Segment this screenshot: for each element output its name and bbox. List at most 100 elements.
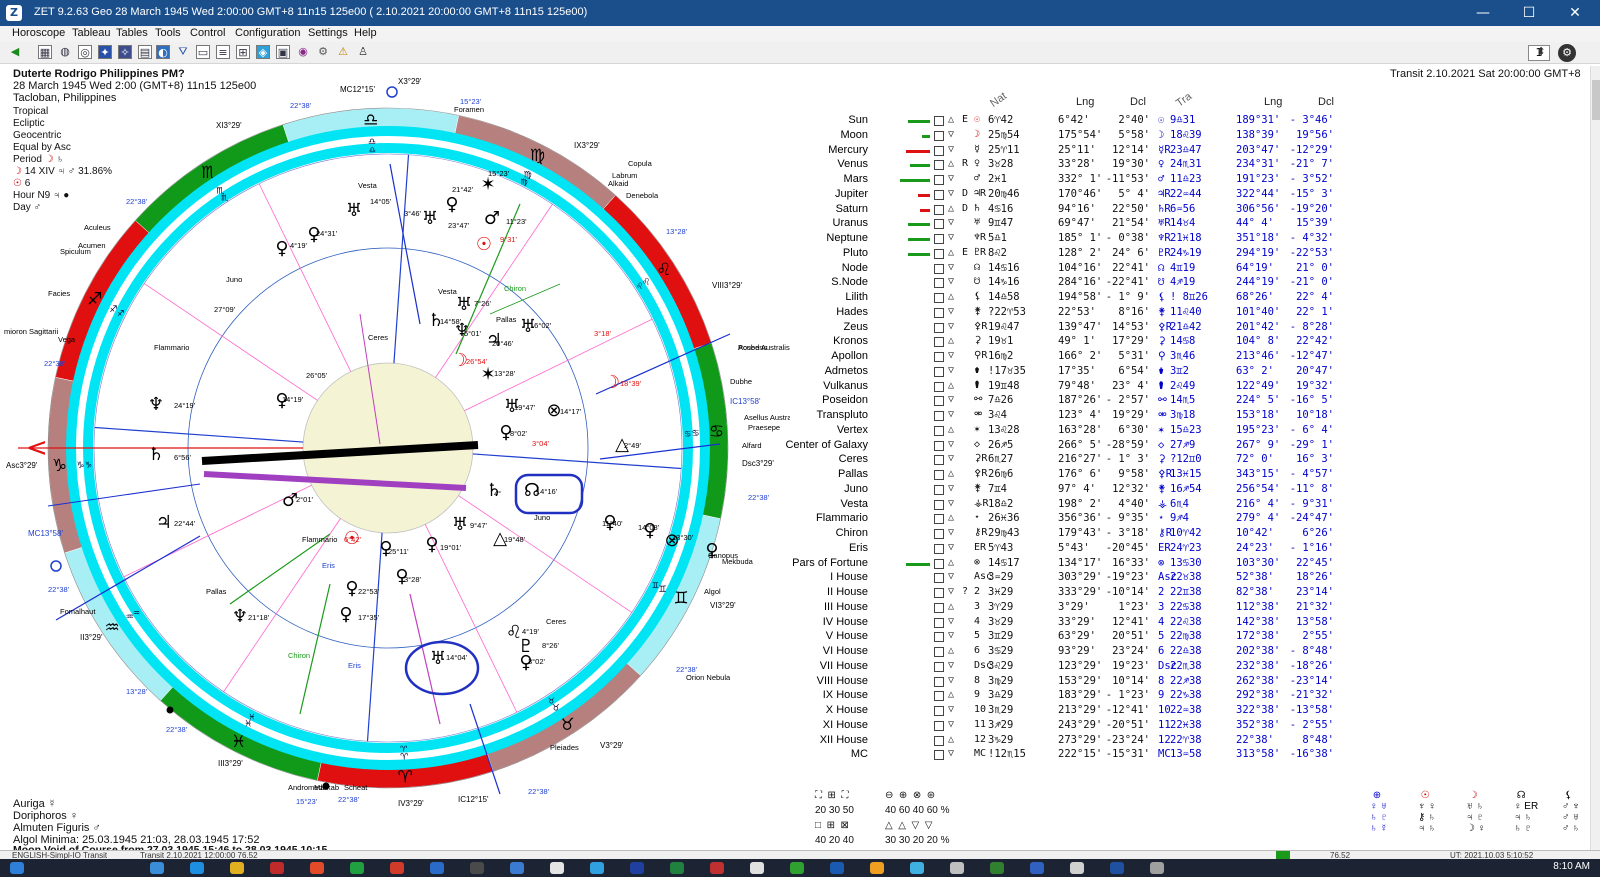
table-row[interactable]: Flammario △ ⋆ 26♓36 356°36' - 9°35' ⋆ 9♐4 279° 4…	[790, 512, 1350, 527]
table-row[interactable]: Vesta ▽ ⚶R 18♎2 198° 2' 4°40' ⚶ 6♏4 216° 4' - 9°3…	[790, 498, 1350, 513]
table-row[interactable]: IX House △ 9 3♎29 183°29' - 1°23' 9 22♑38 292°38…	[790, 689, 1350, 704]
task-app-10-icon[interactable]	[510, 862, 524, 874]
task-app-2-icon[interactable]	[190, 862, 204, 874]
table-row[interactable]: Mars ▽ ♂ 2♓1 332° 1' -11°53' ♂ 11♎23 191°23' - 3°…	[790, 173, 1350, 188]
person-icon[interactable]: ♙	[356, 45, 370, 59]
table-row[interactable]: Venus △ R ♀ 3♉28 33°28' 19°30' ♀ 24♏31 234°31' -21…	[790, 158, 1350, 173]
chart-icon[interactable]: ✦	[98, 45, 112, 59]
gear-icon[interactable]: ⚙	[316, 45, 330, 59]
taskbar-clock[interactable]: 8:10 AM	[1553, 861, 1590, 872]
table-row[interactable]: Hades ▽ ⚵ ?22♈53 22°53' 8°16' ⚵ 11♌40 101°40' 22°…	[790, 306, 1350, 321]
minimize-button[interactable]: —	[1460, 0, 1506, 26]
table-row[interactable]: II House ▽? 2 3♓29 333°29' -10°14' 2 22♊38 82°38…	[790, 586, 1350, 601]
task-app-18-icon[interactable]	[830, 862, 844, 874]
start-icon[interactable]	[10, 862, 24, 874]
scrollbar-thumb[interactable]	[1592, 80, 1600, 120]
table-row[interactable]: X House ▽ 10 3♏29 213°29' -12°41' 10 22♒38 322°3…	[790, 704, 1350, 719]
menu-control[interactable]: Control	[190, 27, 225, 39]
table-row[interactable]: III House △ 3 3♈29 3°29' 1°23' 3 22♋38 112°38' 21…	[790, 601, 1350, 616]
table-row[interactable]: V House ▽ 5 3♊29 63°29' 20°51' 5 22♍38 172°38' 2°…	[790, 630, 1350, 645]
task-app-15-icon[interactable]	[710, 862, 724, 874]
table-row[interactable]: Node ▽ ☊ 14♋16 104°16' 22°41' ☊ 4♊19 64°19' 21° 0…	[790, 262, 1350, 277]
task-app-4-icon[interactable]	[270, 862, 284, 874]
task-app-16-icon[interactable]	[750, 862, 764, 874]
task-app-19-icon[interactable]	[870, 862, 884, 874]
table-row[interactable]: Jupiter ▽ D ♃R 20♍46 170°46' 5° 4' ♃R 22♒44 322°4…	[790, 188, 1350, 203]
task-app-6-icon[interactable]	[350, 862, 364, 874]
zoom-stepper-icon[interactable]: ⬍	[1534, 45, 1548, 59]
table-row[interactable]: Vulkanus △ ⚰ 19♊48 79°48' 23° 4' ⚰ 2♌49 122°49' 1…	[790, 380, 1350, 395]
task-app-22-icon[interactable]	[990, 862, 1004, 874]
task-app-7-icon[interactable]	[390, 862, 404, 874]
table-row[interactable]: Center of Galaxy ▽ ◇ 26♐5 266° 5' -28°59' ◇ 27♐…	[785, 439, 1350, 454]
table-row[interactable]: Saturn △ D ♄ 4♋16 94°16' 22°50' ♄R 6♒56 306°56' -1…	[790, 203, 1350, 218]
table-row[interactable]: XII House △ 12 3♑29 273°29' -23°24' 12 22♈38 22°…	[790, 734, 1350, 749]
close-button[interactable]: ✕	[1552, 0, 1598, 26]
horoscope-wheel[interactable]: ♈♉♊♋♌♍♎♏♐♑♒♓♈♈♉♉♊♊♋♋♌♌♍♍♎♎♏♏♐ ♐♑ ♑♒ ♒♓♓<♅ ♅♀…	[0, 64, 790, 850]
menu-tables[interactable]: Tables	[116, 27, 148, 39]
table-row[interactable]: MC ▽ MC !12♏15 222°15' -15°31' MC 13♒58 313°58' -…	[790, 748, 1350, 763]
table-row[interactable]: Poseidon ▽ ⚯ 7♎26 187°26' - 2°57' ⚯ 14♏5 224° 5'…	[790, 394, 1350, 409]
list-icon[interactable]: ≡	[216, 45, 230, 59]
task-app-17-icon[interactable]	[790, 862, 804, 874]
table-row[interactable]: Vertex △ ✶ 13♌28 163°28' 6°30' ✶ 15♎23 195°23' - …	[790, 424, 1350, 439]
task-app-26-icon[interactable]	[1150, 862, 1164, 874]
wheel-icon[interactable]: ◎	[78, 45, 92, 59]
aspect-icon[interactable]: ◈	[256, 45, 270, 59]
table-row[interactable]: Pallas △ ⚴R 26♍6 176° 6' 9°58' ⚴R 13♓15 343°15' -…	[790, 468, 1350, 483]
task-app-14-icon[interactable]	[670, 862, 684, 874]
table-row[interactable]: Kronos △ ⚳ 19♉1 49° 1' 17°29' ⚳ 14♋8 104° 8' 22°4…	[790, 335, 1350, 350]
task-app-9-icon[interactable]	[470, 862, 484, 874]
table-row[interactable]: IV House ▽ 4 3♉29 33°29' 12°41' 4 22♌38 142°38' 1…	[790, 616, 1350, 631]
task-app-12-icon[interactable]	[590, 862, 604, 874]
filter-icon[interactable]: ⛛	[176, 45, 190, 59]
star-map-icon[interactable]: ✧	[118, 45, 132, 59]
app-icon[interactable]: Z	[6, 5, 22, 21]
menu-horoscope[interactable]: Horoscope	[12, 27, 65, 39]
settings-round-icon[interactable]: ⚙	[1558, 44, 1576, 62]
table-row[interactable]: Sun △ E ☉ 6♈42 6°42' 2°40' ☉ 9♎31 189°31' - 3°46'	[790, 114, 1350, 129]
table-icon[interactable]: ▦	[38, 45, 52, 59]
table-row[interactable]: VI House △ 6 3♋29 93°29' 23°24' 6 22♎38 202°38' -…	[790, 645, 1350, 660]
maximize-button[interactable]: ☐	[1506, 0, 1552, 26]
table-row[interactable]: Lilith △ ⚸ 14♎58 194°58' - 1° 9' ⚸ ! 8♊26 68°26'…	[790, 291, 1350, 306]
menu-help[interactable]: Help	[354, 27, 377, 39]
task-app-24-icon[interactable]	[1070, 862, 1084, 874]
table-row[interactable]: Zeus ▽ ⚴R 19♌47 139°47' 14°53' ⚴R 21♎42 201°42' -…	[790, 321, 1350, 336]
table-row[interactable]: Pluto △ E ♇R 8♌2 128° 2' 24° 6' ♇R 24♑19 294°19' -…	[790, 247, 1350, 262]
table-row[interactable]: Mercury ▽ ☿ 25♈11 25°11' 12°14' ☿R 23♎47 203°47'…	[790, 144, 1350, 159]
table-row[interactable]: Neptune ▽ ♆R 5♎1 185° 1' - 0°38' ♆R 21♓18 351°18…	[790, 232, 1350, 247]
table-row[interactable]: Moon ▽ ☽ 25♍54 175°54' 5°58' ☽ 18♌39 138°39' 19°5…	[790, 129, 1350, 144]
task-app-20-icon[interactable]	[910, 862, 924, 874]
table-row[interactable]: VIII House ▽ 8 3♍29 153°29' 10°14' 8 22♐38 262°3…	[790, 675, 1350, 690]
document-icon[interactable]: ▭	[196, 45, 210, 59]
table-row[interactable]: Chiron ▽ ⚷R 29♍43 179°43' - 3°18' ⚷R 10♈42 10°42…	[790, 527, 1350, 542]
table-row[interactable]: I House ▽ Asc 3♒29 303°29' -19°23' Asc 22♉38 52°…	[790, 571, 1350, 586]
grid-icon[interactable]: ▤	[138, 45, 152, 59]
menu-tableau[interactable]: Tableau	[72, 27, 111, 39]
task-app-25-icon[interactable]	[1110, 862, 1124, 874]
globe-icon[interactable]: ◍	[58, 45, 72, 59]
table-row[interactable]: Apollon ▽ ⚲R 16♍2 166° 2' 5°31' ⚲ 3♏46 213°46' -1…	[790, 350, 1350, 365]
table-row[interactable]: Eris ▽ ER 5♈43 5°43' -20°45' ER 24♈23 24°23' - 1°…	[790, 542, 1350, 557]
task-app-13-icon[interactable]	[630, 862, 644, 874]
task-app-5-icon[interactable]	[310, 862, 324, 874]
table-row[interactable]: VII House ▽ Dsc 3♌29 123°29' 19°23' Dsc 22♏38 23…	[790, 660, 1350, 675]
task-app-1-icon[interactable]	[150, 862, 164, 874]
task-app-11-icon[interactable]	[550, 862, 564, 874]
task-app-21-icon[interactable]	[950, 862, 964, 874]
table-row[interactable]: Admetos ▽ ⚱ !17♉35 17°35' 6°54' ⚱ 3♊2 63° 2' 20°4…	[790, 365, 1350, 380]
table-row[interactable]: Uranus ▽ ♅ 9♊47 69°47' 21°54' ♅R 14♉4 44° 4' 15°3…	[790, 217, 1350, 232]
table-row[interactable]: Pars of Fortune △ ⊗ 14♋17 134°17' 16°33' ⊗ 13♋3…	[790, 557, 1350, 572]
menu-tools[interactable]: Tools	[155, 27, 181, 39]
task-app-8-icon[interactable]	[430, 862, 444, 874]
warning-icon[interactable]: ⚠	[336, 45, 350, 59]
back-arrow-icon[interactable]: ◀	[8, 45, 22, 59]
table-row[interactable]: Juno ▽ ⚵ 7♊4 97° 4' 12°32' ⚵ 16♐54 256°54' -11° 8…	[790, 483, 1350, 498]
transit-icon[interactable]: ⊞	[236, 45, 250, 59]
planet-icon[interactable]: ◐	[156, 45, 170, 59]
menu-settings[interactable]: Settings	[308, 27, 348, 39]
table-row[interactable]: Ceres ▽ ⚳R 6♏27 216°27' - 1° 3' ⚳ ?12♊0 72° 0' 16…	[790, 453, 1350, 468]
task-app-3-icon[interactable]	[230, 862, 244, 874]
table-row[interactable]: Transpluto ▽ ⚮ 3♌4 123° 4' 19°29' ⚮ 3♍18 153°18'…	[790, 409, 1350, 424]
